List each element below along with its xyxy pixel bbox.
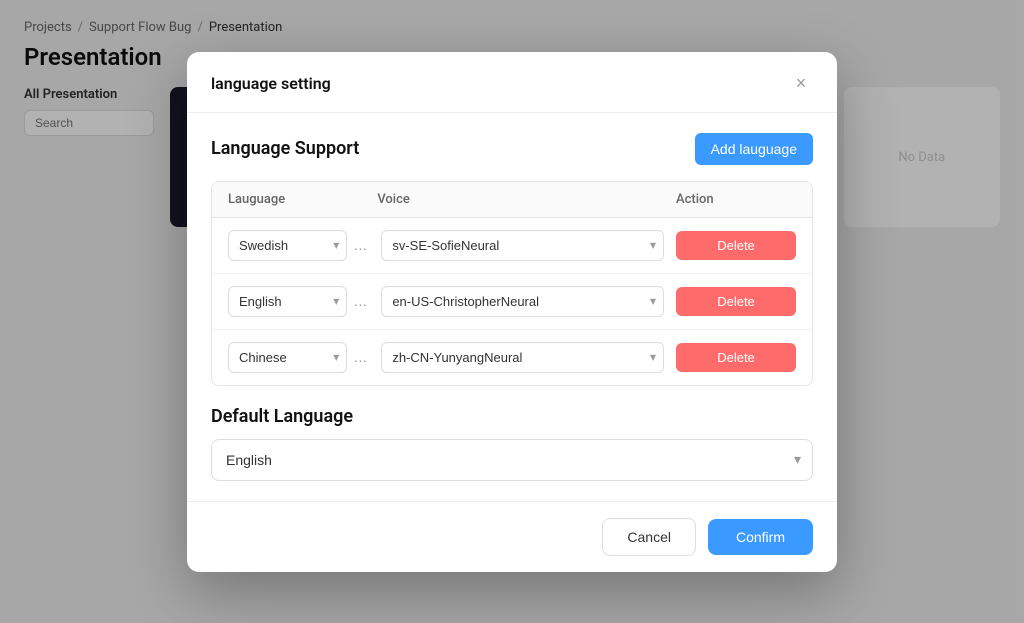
cancel-button[interactable]: Cancel [602, 518, 696, 556]
english-lang-wrapper: Swedish English Chinese … [228, 286, 369, 317]
chinese-voice-wrapper: zh-CN-YunyangNeural [381, 342, 664, 373]
english-language-select[interactable]: Swedish English Chinese [228, 286, 347, 317]
english-dots-button[interactable]: … [351, 291, 369, 311]
swedish-voice-wrapper: sv-SE-SofieNeural [381, 230, 664, 261]
table-row: Swedish English Chinese … sv-SE-SofieNeu… [212, 218, 812, 274]
swedish-select-wrapper: Swedish English Chinese [228, 230, 347, 261]
chinese-dots-button[interactable]: … [351, 347, 369, 367]
default-lang-title: Default Language [211, 406, 813, 427]
chinese-language-select[interactable]: Swedish English Chinese [228, 342, 347, 373]
modal-overlay: language setting × Language Support Add … [0, 0, 1024, 623]
modal-footer: Cancel Confirm [187, 501, 837, 572]
modal-header: language setting × [187, 52, 837, 113]
english-voice-select[interactable]: en-US-ChristopherNeural [381, 286, 664, 317]
english-delete-button[interactable]: Delete [676, 287, 796, 316]
add-language-button[interactable]: Add lauguage [695, 133, 813, 165]
col-voice-header: Voice [377, 192, 676, 207]
swedish-delete-button[interactable]: Delete [676, 231, 796, 260]
chinese-delete-button[interactable]: Delete [676, 343, 796, 372]
english-voice-wrapper: en-US-ChristopherNeural [381, 286, 664, 317]
table-row: Swedish English Chinese … zh-CN-YunyangN… [212, 330, 812, 385]
chinese-voice-select[interactable]: zh-CN-YunyangNeural [381, 342, 664, 373]
swedish-language-select[interactable]: Swedish English Chinese [228, 230, 347, 261]
default-lang-select-wrapper: Swedish English Chinese [211, 439, 813, 481]
confirm-button[interactable]: Confirm [708, 519, 813, 555]
table-header: Lauguage Voice Action [212, 182, 812, 218]
default-language-section: Default Language Swedish English Chinese [211, 406, 813, 481]
table-row: Swedish English Chinese … en-US-Christop… [212, 274, 812, 330]
chinese-lang-wrapper: Swedish English Chinese … [228, 342, 369, 373]
lang-support-title: Language Support [211, 138, 359, 159]
col-language-header: Lauguage [228, 192, 377, 207]
swedish-dots-button[interactable]: … [351, 235, 369, 255]
chinese-select-wrapper: Swedish English Chinese [228, 342, 347, 373]
col-action-header: Action [676, 192, 796, 207]
modal-body: Language Support Add lauguage Lauguage V… [187, 113, 837, 501]
modal-title: language setting [211, 74, 331, 93]
language-setting-modal: language setting × Language Support Add … [187, 52, 837, 572]
swedish-lang-wrapper: Swedish English Chinese … [228, 230, 369, 261]
swedish-voice-select[interactable]: sv-SE-SofieNeural [381, 230, 664, 261]
language-table: Lauguage Voice Action Swedish English Ch… [211, 181, 813, 386]
modal-close-button[interactable]: × [789, 72, 813, 96]
lang-support-header: Language Support Add lauguage [211, 133, 813, 165]
english-select-wrapper: Swedish English Chinese [228, 286, 347, 317]
default-language-select[interactable]: Swedish English Chinese [211, 439, 813, 481]
